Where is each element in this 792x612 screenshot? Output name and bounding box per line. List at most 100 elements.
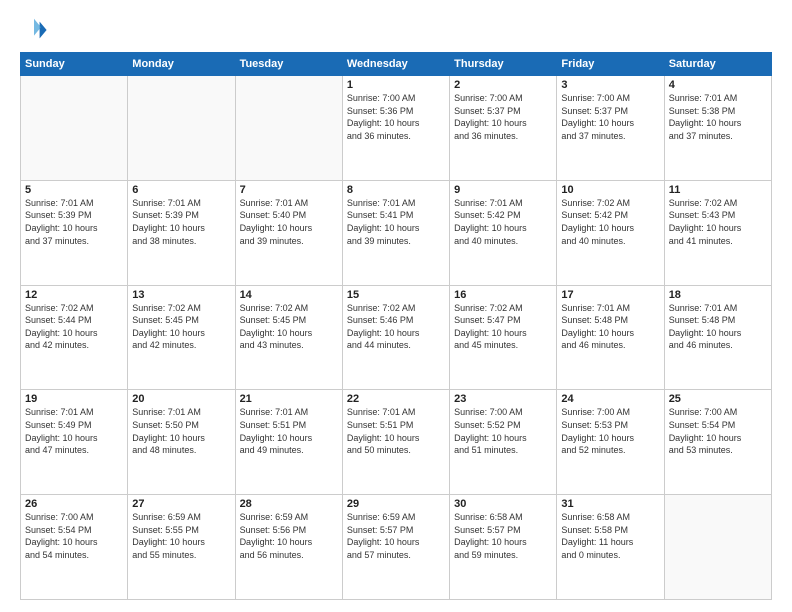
calendar-cell: 12Sunrise: 7:02 AM Sunset: 5:44 PM Dayli… [21,285,128,390]
calendar-cell: 16Sunrise: 7:02 AM Sunset: 5:47 PM Dayli… [450,285,557,390]
weekday-header-sunday: Sunday [21,53,128,76]
weekday-header-row: SundayMondayTuesdayWednesdayThursdayFrid… [21,53,772,76]
day-info: Sunrise: 7:01 AM Sunset: 5:38 PM Dayligh… [669,92,767,142]
calendar-cell: 21Sunrise: 7:01 AM Sunset: 5:51 PM Dayli… [235,390,342,495]
day-number: 27 [132,498,230,510]
day-number: 20 [132,393,230,405]
day-number: 11 [669,184,767,196]
calendar-cell: 31Sunrise: 6:58 AM Sunset: 5:58 PM Dayli… [557,495,664,600]
calendar-cell: 13Sunrise: 7:02 AM Sunset: 5:45 PM Dayli… [128,285,235,390]
day-info: Sunrise: 7:01 AM Sunset: 5:51 PM Dayligh… [240,406,338,456]
calendar-cell [128,76,235,181]
day-info: Sunrise: 7:01 AM Sunset: 5:48 PM Dayligh… [669,302,767,352]
calendar-cell: 3Sunrise: 7:00 AM Sunset: 5:37 PM Daylig… [557,76,664,181]
logo [20,16,50,44]
weekday-header-monday: Monday [128,53,235,76]
day-info: Sunrise: 7:01 AM Sunset: 5:51 PM Dayligh… [347,406,445,456]
calendar-week-3: 12Sunrise: 7:02 AM Sunset: 5:44 PM Dayli… [21,285,772,390]
calendar-cell: 9Sunrise: 7:01 AM Sunset: 5:42 PM Daylig… [450,180,557,285]
calendar-cell: 2Sunrise: 7:00 AM Sunset: 5:37 PM Daylig… [450,76,557,181]
logo-icon [20,16,48,44]
day-number: 29 [347,498,445,510]
day-info: Sunrise: 7:00 AM Sunset: 5:54 PM Dayligh… [25,511,123,561]
day-number: 3 [561,79,659,91]
day-info: Sunrise: 6:58 AM Sunset: 5:58 PM Dayligh… [561,511,659,561]
day-info: Sunrise: 7:01 AM Sunset: 5:50 PM Dayligh… [132,406,230,456]
calendar-cell: 27Sunrise: 6:59 AM Sunset: 5:55 PM Dayli… [128,495,235,600]
day-number: 16 [454,289,552,301]
calendar-cell: 7Sunrise: 7:01 AM Sunset: 5:40 PM Daylig… [235,180,342,285]
day-info: Sunrise: 7:02 AM Sunset: 5:47 PM Dayligh… [454,302,552,352]
day-number: 30 [454,498,552,510]
calendar-week-2: 5Sunrise: 7:01 AM Sunset: 5:39 PM Daylig… [21,180,772,285]
calendar-cell: 6Sunrise: 7:01 AM Sunset: 5:39 PM Daylig… [128,180,235,285]
day-number: 28 [240,498,338,510]
calendar-cell: 24Sunrise: 7:00 AM Sunset: 5:53 PM Dayli… [557,390,664,495]
day-number: 7 [240,184,338,196]
day-info: Sunrise: 7:02 AM Sunset: 5:45 PM Dayligh… [240,302,338,352]
page: SundayMondayTuesdayWednesdayThursdayFrid… [0,0,792,612]
day-info: Sunrise: 7:02 AM Sunset: 5:44 PM Dayligh… [25,302,123,352]
day-number: 10 [561,184,659,196]
day-info: Sunrise: 7:01 AM Sunset: 5:42 PM Dayligh… [454,197,552,247]
calendar-cell: 23Sunrise: 7:00 AM Sunset: 5:52 PM Dayli… [450,390,557,495]
calendar-cell: 29Sunrise: 6:59 AM Sunset: 5:57 PM Dayli… [342,495,449,600]
day-info: Sunrise: 6:58 AM Sunset: 5:57 PM Dayligh… [454,511,552,561]
calendar-week-5: 26Sunrise: 7:00 AM Sunset: 5:54 PM Dayli… [21,495,772,600]
day-info: Sunrise: 7:00 AM Sunset: 5:37 PM Dayligh… [561,92,659,142]
day-number: 13 [132,289,230,301]
day-info: Sunrise: 7:02 AM Sunset: 5:46 PM Dayligh… [347,302,445,352]
weekday-header-saturday: Saturday [664,53,771,76]
calendar-cell [235,76,342,181]
calendar-cell: 8Sunrise: 7:01 AM Sunset: 5:41 PM Daylig… [342,180,449,285]
day-info: Sunrise: 6:59 AM Sunset: 5:56 PM Dayligh… [240,511,338,561]
calendar-week-4: 19Sunrise: 7:01 AM Sunset: 5:49 PM Dayli… [21,390,772,495]
day-number: 26 [25,498,123,510]
day-info: Sunrise: 7:01 AM Sunset: 5:40 PM Dayligh… [240,197,338,247]
day-info: Sunrise: 7:01 AM Sunset: 5:49 PM Dayligh… [25,406,123,456]
day-number: 21 [240,393,338,405]
day-info: Sunrise: 7:02 AM Sunset: 5:42 PM Dayligh… [561,197,659,247]
day-number: 1 [347,79,445,91]
calendar-cell: 28Sunrise: 6:59 AM Sunset: 5:56 PM Dayli… [235,495,342,600]
calendar-cell: 15Sunrise: 7:02 AM Sunset: 5:46 PM Dayli… [342,285,449,390]
day-info: Sunrise: 6:59 AM Sunset: 5:57 PM Dayligh… [347,511,445,561]
day-number: 4 [669,79,767,91]
day-number: 15 [347,289,445,301]
day-info: Sunrise: 7:01 AM Sunset: 5:39 PM Dayligh… [132,197,230,247]
day-number: 6 [132,184,230,196]
calendar-cell [21,76,128,181]
day-info: Sunrise: 7:02 AM Sunset: 5:43 PM Dayligh… [669,197,767,247]
day-number: 22 [347,393,445,405]
calendar-cell: 20Sunrise: 7:01 AM Sunset: 5:50 PM Dayli… [128,390,235,495]
day-number: 2 [454,79,552,91]
day-number: 14 [240,289,338,301]
day-info: Sunrise: 7:00 AM Sunset: 5:54 PM Dayligh… [669,406,767,456]
day-info: Sunrise: 7:00 AM Sunset: 5:37 PM Dayligh… [454,92,552,142]
weekday-header-friday: Friday [557,53,664,76]
calendar-cell: 17Sunrise: 7:01 AM Sunset: 5:48 PM Dayli… [557,285,664,390]
header [20,16,772,44]
weekday-header-wednesday: Wednesday [342,53,449,76]
day-number: 24 [561,393,659,405]
calendar-cell: 4Sunrise: 7:01 AM Sunset: 5:38 PM Daylig… [664,76,771,181]
day-info: Sunrise: 7:01 AM Sunset: 5:41 PM Dayligh… [347,197,445,247]
day-number: 31 [561,498,659,510]
weekday-header-tuesday: Tuesday [235,53,342,76]
day-number: 12 [25,289,123,301]
calendar-cell: 5Sunrise: 7:01 AM Sunset: 5:39 PM Daylig… [21,180,128,285]
day-number: 17 [561,289,659,301]
day-number: 18 [669,289,767,301]
day-info: Sunrise: 7:02 AM Sunset: 5:45 PM Dayligh… [132,302,230,352]
calendar-cell: 10Sunrise: 7:02 AM Sunset: 5:42 PM Dayli… [557,180,664,285]
calendar-cell: 22Sunrise: 7:01 AM Sunset: 5:51 PM Dayli… [342,390,449,495]
calendar-cell: 26Sunrise: 7:00 AM Sunset: 5:54 PM Dayli… [21,495,128,600]
day-number: 8 [347,184,445,196]
day-number: 19 [25,393,123,405]
calendar-cell: 25Sunrise: 7:00 AM Sunset: 5:54 PM Dayli… [664,390,771,495]
day-info: Sunrise: 7:01 AM Sunset: 5:48 PM Dayligh… [561,302,659,352]
day-number: 25 [669,393,767,405]
calendar-week-1: 1Sunrise: 7:00 AM Sunset: 5:36 PM Daylig… [21,76,772,181]
calendar-cell: 1Sunrise: 7:00 AM Sunset: 5:36 PM Daylig… [342,76,449,181]
day-info: Sunrise: 7:00 AM Sunset: 5:36 PM Dayligh… [347,92,445,142]
